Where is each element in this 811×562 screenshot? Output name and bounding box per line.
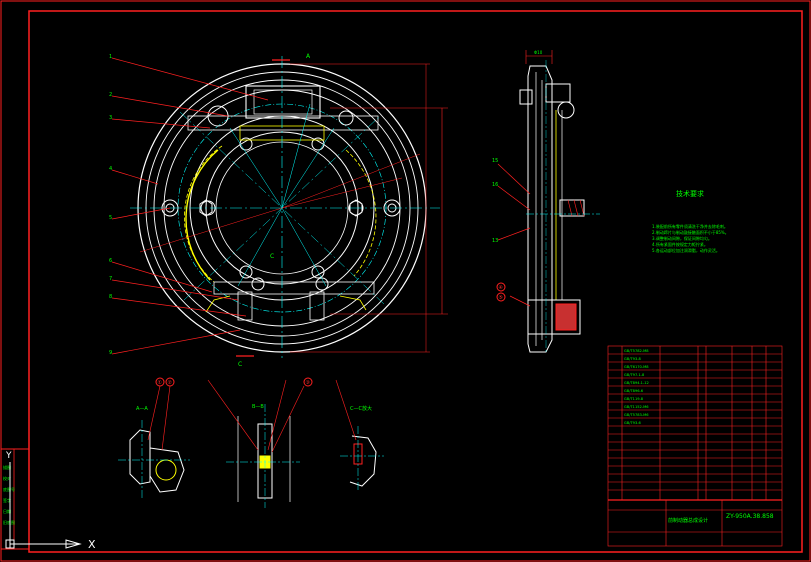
cad-drawing-canvas: 描图 校对 底图号 签字 日期 旧底图 X Y A C C 1 2 3 4 5 …: [0, 0, 811, 562]
balloon-2-text: ②: [168, 380, 173, 386]
svg-text:底图号: 底图号: [3, 486, 15, 492]
side-dimension: Φ10: [534, 50, 543, 55]
parts-row: GB/T1152-M6: [624, 405, 649, 409]
parts-row: GB/T93-8: [624, 357, 642, 361]
part-number-1: 1: [109, 54, 112, 60]
part-number-4: 4: [109, 166, 112, 172]
section-c-label: C—C放大: [350, 405, 372, 412]
view-mark-c-center: C: [270, 253, 274, 260]
left-strip: 描图 校对 底图号 签字 日期 旧底图: [1, 448, 29, 550]
section-a-label: A—A: [136, 406, 148, 412]
view-mark-c-bottom: C: [238, 361, 242, 368]
drawing-name: 前制动器总成设计: [668, 517, 708, 524]
parts-list-rows: GB/T5782-M8 GB/T93-8 GB/T6170-M8 GB/T97.…: [624, 349, 649, 425]
parts-row: GB/T6170-M8: [624, 365, 649, 369]
view-mark-a: A: [306, 53, 311, 60]
side-view: [497, 50, 600, 354]
technical-requirements: 技术要求 1.装配前所有零件须清洗干净并去除毛刺。 2.制动蹄片与制动鼓接触面积…: [652, 189, 729, 253]
part-number-3: 3: [109, 115, 112, 121]
balloon-1-text: ①: [158, 380, 163, 386]
ucs-x-label: X: [88, 538, 96, 551]
section-b-label: B—B: [252, 404, 264, 410]
part-number-6: 6: [109, 258, 112, 264]
parts-row: GB/T119-8: [624, 397, 644, 401]
parts-row: GB/T5782-M8: [624, 349, 649, 353]
part-number-7: 7: [109, 276, 112, 282]
part-number-8: 8: [109, 294, 112, 300]
tech-req-note-1: 1.装配前所有零件须清洗干净并去除毛刺。: [652, 223, 728, 229]
svg-text:旧底图: 旧底图: [3, 519, 15, 525]
leader-numbers: 1 2 3 4 5 6 7 8 9: [109, 54, 112, 356]
parts-row: GB/T5783-M6: [624, 413, 649, 417]
part-number-9: 9: [109, 350, 112, 356]
tech-req-note-2: 2.制动蹄片与制动鼓接触面积不小于85%。: [652, 229, 729, 235]
section-c-detail: [335, 379, 384, 492]
side-number-15: 15: [492, 158, 498, 164]
tech-req-heading: 技术要求: [676, 189, 704, 198]
tech-req-note-3: 3.调整制动间隙，保证间隙均匀。: [652, 235, 712, 241]
drawing-border: [28, 10, 803, 553]
side-number-13: 13: [492, 238, 498, 244]
section-b-detail: [207, 379, 305, 508]
side-balloon-5-text: ⑤: [499, 295, 503, 301]
parts-row: GB/T894.1-12: [624, 381, 649, 385]
parts-row: GB/T93-6: [624, 421, 642, 425]
parts-row: GB/T896-6: [624, 389, 644, 393]
parts-row: GB/T97.1-8: [624, 373, 645, 377]
balloon-3-text: ③: [306, 380, 310, 386]
part-number-2: 2: [109, 92, 112, 98]
ucs-y-label: Y: [5, 451, 12, 461]
ucs-icon: X Y: [5, 451, 96, 551]
tech-req-note-5: 5.各运动部位加注润滑脂，动作灵活。: [652, 247, 720, 253]
drawing-number: ZY-950A.38.858: [726, 513, 774, 520]
side-number-16: 16: [492, 182, 498, 188]
side-balloon-4-text: ④: [499, 285, 504, 291]
section-a-detail: [118, 385, 190, 500]
part-number-5: 5: [109, 215, 112, 221]
tech-req-note-4: 4.所有紧固件按规定力矩拧紧。: [652, 241, 708, 247]
